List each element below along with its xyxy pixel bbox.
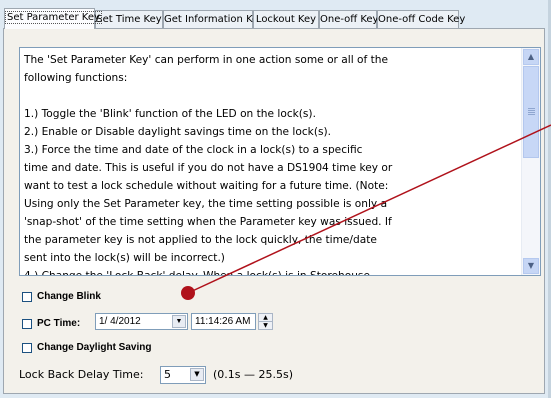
annotation-overlay (181, 124, 551, 300)
tab-set-parameter-key[interactable]: Set Parameter Key (4, 8, 102, 29)
annotation-dot (181, 286, 195, 300)
annotation-arrow-line (187, 124, 551, 294)
tab-label: Set Parameter Key (5, 11, 102, 24)
